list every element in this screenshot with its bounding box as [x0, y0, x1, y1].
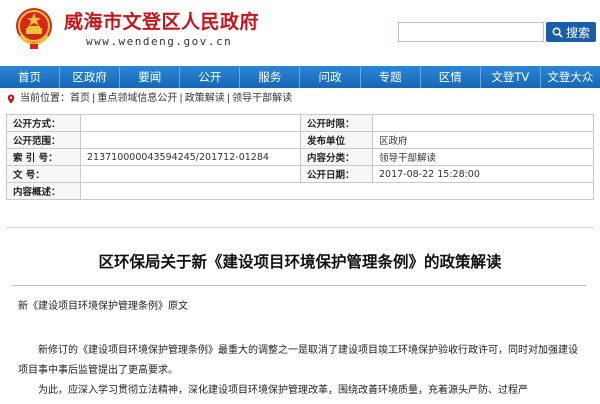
table-row: 公开方式： 公开时限：	[6, 114, 594, 132]
nav-item-disclosure[interactable]: 公开	[179, 66, 239, 88]
article-paragraph: 新修订的《建设项目环境保护管理条例》最重大的调整之一是取消了建设项目竣工环境保护…	[18, 345, 578, 376]
table-row: 文 号： 公开日期： 2017-08-22 15:28:00	[6, 165, 594, 183]
breadcrumb-separator: |	[92, 93, 96, 104]
document-number-value	[80, 165, 301, 183]
disclosure-time-limit-value	[372, 114, 594, 132]
disclosure-time-limit-label: 公开时限：	[300, 114, 373, 132]
nav-item-district-government[interactable]: 区政府	[59, 66, 119, 88]
breadcrumb-separator: |	[179, 93, 183, 104]
index-number-value: 213710000043594245/201712-01284	[80, 148, 301, 166]
breadcrumb-item-home[interactable]: 首页	[70, 90, 90, 108]
document-number-label: 文 号：	[6, 165, 81, 183]
nav-item-home[interactable]: 首页	[0, 66, 59, 88]
breadcrumb: 当前位置： 首页 | 重点领域信息公开 | 政策解读 | 领导干部解读	[0, 90, 600, 108]
article-paragraph: 为此，应深入学习贯彻立法精神，深化建设项目环境保护管理改革，围绕改善环境质量，充…	[38, 385, 528, 396]
nav-item-topics[interactable]: 专题	[359, 66, 420, 88]
index-number-label: 索 引 号：	[6, 148, 81, 166]
info-table: 公开方式： 公开时限： 公开范围： 发布单位 区政府 索 引 号： 213710…	[6, 114, 594, 200]
nav-item-wendeng-public[interactable]: 文登大众	[539, 66, 600, 88]
site-header: 威海市文登区人民政府 www.wendeng.gov.cn 搜索	[0, 0, 600, 66]
table-row: 内容概述：	[6, 182, 594, 200]
publisher-value: 区政府	[372, 131, 594, 149]
nav-item-inquiry[interactable]: 问政	[299, 66, 359, 88]
disclosure-method-value	[80, 114, 301, 132]
main-nav: 首页 区政府 要闻 公开 服务 问政 专题 区情 文登TV 文登大众	[0, 66, 600, 88]
nav-item-news[interactable]: 要闻	[119, 66, 179, 88]
breadcrumb-item-key-areas[interactable]: 重点领域信息公开	[97, 90, 177, 108]
national-emblem-icon	[16, 8, 52, 49]
content-category-value: 领导干部解读	[372, 148, 594, 166]
search-button-label: 搜索	[565, 25, 590, 40]
publish-date-value: 2017-08-22 15:28:00	[372, 165, 594, 183]
breadcrumb-item-policy-interpretation[interactable]: 政策解读	[185, 90, 225, 108]
site-title: 威海市文登区人民政府	[64, 11, 260, 33]
nav-item-services[interactable]: 服务	[239, 66, 299, 88]
breadcrumb-item-leader-interpretation[interactable]: 领导干部解读	[232, 90, 292, 108]
search-button[interactable]: 搜索	[546, 22, 596, 42]
disclosure-scope-value	[80, 131, 301, 149]
summary-label: 内容概述：	[6, 182, 81, 200]
publisher-label: 发布单位	[300, 131, 373, 149]
content-category-label: 内容分类：	[300, 148, 373, 166]
location-icon	[7, 94, 15, 104]
table-row: 公开范围： 发布单位 区政府	[6, 131, 594, 149]
breadcrumb-prefix: 当前位置：	[20, 93, 70, 104]
nav-item-district-info[interactable]: 区情	[419, 66, 480, 88]
article-title: 区环保局关于新《建设项目环境保护管理条例》的政策解读	[98, 253, 502, 271]
search-input[interactable]	[398, 22, 544, 42]
breadcrumb-separator: |	[226, 93, 231, 104]
article: 区环保局关于新《建设项目环境保护管理条例》的政策解读 新《建设项目环境保护管理条…	[6, 227, 594, 404]
disclosure-method-label: 公开方式：	[6, 114, 81, 132]
article-subtitle: 新《建设项目环境保护管理条例》原文	[18, 301, 188, 312]
table-row: 索 引 号： 213710000043594245/201712-01284 内…	[6, 148, 594, 166]
site-url: www.wendeng.gov.cn	[86, 35, 233, 48]
nav-item-wendeng-tv[interactable]: 文登TV	[479, 66, 540, 88]
search-icon	[552, 27, 563, 38]
disclosure-scope-label: 公开范围：	[6, 131, 81, 149]
publish-date-label: 公开日期：	[300, 165, 373, 183]
divider	[12, 285, 586, 286]
summary-value	[80, 182, 594, 200]
